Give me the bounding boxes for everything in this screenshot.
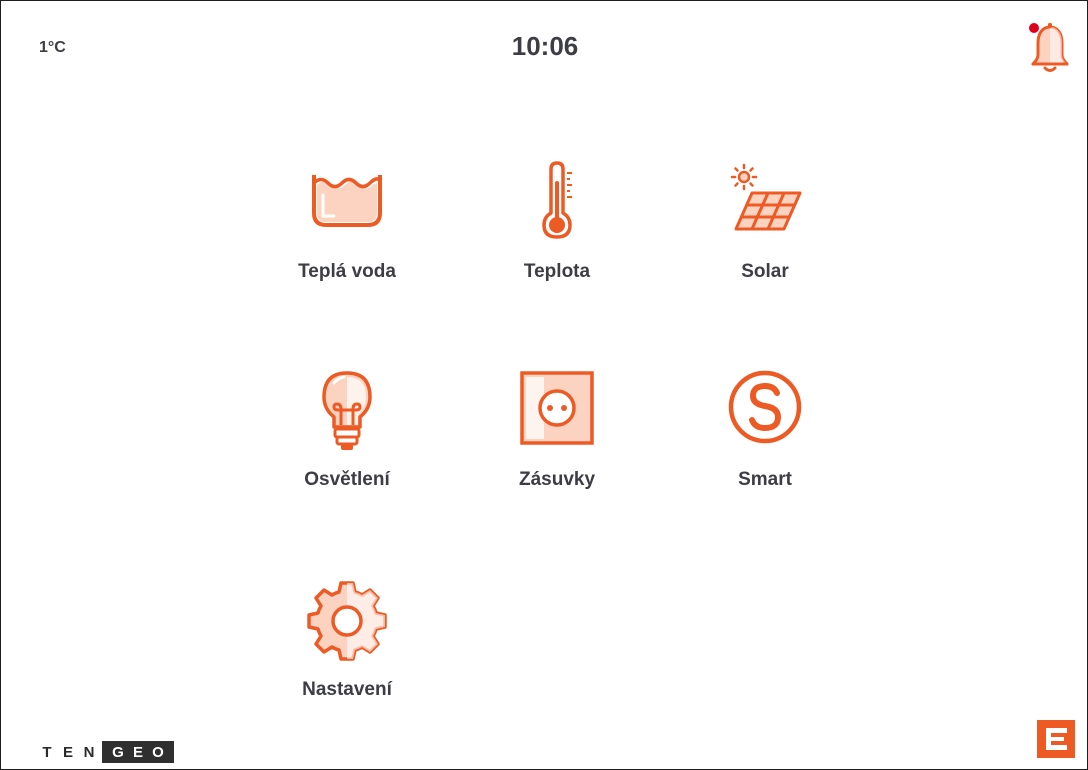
- smart-s-icon: [728, 370, 802, 444]
- tile-label: Osvětlení: [304, 469, 390, 490]
- tile-label: Smart: [738, 469, 792, 490]
- tile-nastaveni[interactable]: Nastavení: [267, 579, 427, 739]
- tile-label: Zásuvky: [518, 469, 596, 490]
- tile-tepla-voda[interactable]: Teplá voda: [267, 161, 427, 321]
- brand-letter: T: [42, 743, 52, 761]
- brand-letter: N: [83, 743, 95, 761]
- tile-label: Nastavení: [302, 679, 392, 700]
- tile-zasuvky[interactable]: Zásuvky: [477, 369, 637, 529]
- notification-dot: [1029, 23, 1039, 33]
- solar-panel-icon: [730, 163, 802, 231]
- brand-letter: E: [132, 743, 143, 761]
- tile-label: Teplota: [523, 261, 591, 282]
- brand-letter: G: [112, 743, 124, 761]
- light-bulb-icon: [322, 371, 372, 450]
- bell-icon: [1029, 23, 1069, 72]
- tile-osvetleni[interactable]: Osvětlení: [267, 369, 427, 529]
- tile-solar[interactable]: Solar: [685, 161, 845, 321]
- notification-button[interactable]: [1025, 19, 1075, 75]
- cez-logo: [1037, 720, 1075, 758]
- tile-smart[interactable]: Smart: [685, 369, 845, 529]
- tile-teplota[interactable]: Teplota: [477, 161, 637, 321]
- tile-label: Teplá voda: [298, 261, 396, 282]
- brand-letter: O: [152, 743, 164, 761]
- gear-icon: [307, 581, 387, 661]
- thermometer-icon: [542, 161, 572, 239]
- clock: 10:06: [511, 31, 579, 61]
- water-tank-icon: [312, 175, 382, 227]
- power-socket-icon: [520, 371, 594, 445]
- tile-label: Solar: [741, 261, 789, 282]
- tengeo-logo: TEN GEO: [39, 741, 174, 763]
- brand-letter: E: [62, 743, 73, 761]
- app-screen: 1°C 10:06 Teplá voda Teplota Solar Osvět…: [0, 0, 1088, 770]
